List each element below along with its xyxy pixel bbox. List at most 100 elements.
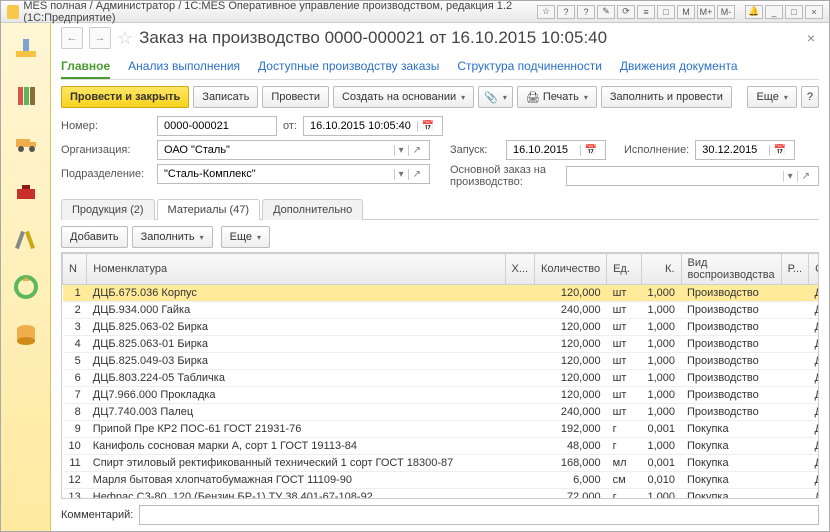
tab-main[interactable]: Главное (61, 55, 110, 79)
tab-analysis[interactable]: Анализ выполнения (128, 55, 240, 79)
cell-r (781, 319, 808, 336)
table-row[interactable]: 7ДЦ7.966.000 Прокладка120,000шт1,000Прои… (63, 387, 820, 404)
cell-x (505, 285, 535, 302)
table-row[interactable]: 12Марля бытовая хлопчатобумажная ГОСТ 11… (63, 472, 820, 489)
subtab-products[interactable]: Продукция (2) (61, 199, 155, 220)
sidebar-tools-icon[interactable] (8, 221, 44, 257)
calendar-icon[interactable]: 📅 (580, 145, 601, 156)
titlebar-btn-13[interactable]: × (805, 5, 823, 19)
titlebar-btn-3[interactable]: ✎ (597, 5, 615, 19)
col-nomenclature[interactable]: Номенклатура (87, 254, 505, 285)
cell-nomenclature: Нефрас С3-80..120 (Бензин БР-1) ТУ 38.40… (87, 489, 505, 500)
subdiv-label: Подразделение: (61, 168, 151, 180)
cell-nomenclature: ДЦБ.825.063-01 Бирка (87, 336, 505, 353)
create-based-button[interactable]: Создать на основании▾ (333, 86, 474, 108)
cell-unit: г (607, 489, 642, 500)
col-r[interactable]: Р... (781, 254, 808, 285)
fill-and-post-button[interactable]: Заполнить и провести (601, 86, 732, 108)
titlebar-btn-5[interactable]: ≡ (637, 5, 655, 19)
table-row[interactable]: 2ДЦБ.934.000 Гайка240,000шт1,000Производ… (63, 302, 820, 319)
post-button[interactable]: Провести (262, 86, 329, 108)
comment-field[interactable] (139, 505, 819, 525)
print-button[interactable]: 🖨 Печать▾ (517, 86, 597, 108)
exec-field[interactable]: 📅 (695, 140, 795, 160)
cell-r (781, 387, 808, 404)
nav-back-button[interactable]: ← (61, 27, 83, 49)
col-unit[interactable]: Ед. (607, 254, 642, 285)
tab-available-orders[interactable]: Доступные производству заказы (258, 55, 439, 79)
cell-x (505, 404, 535, 421)
number-field[interactable] (157, 116, 277, 136)
help-button[interactable]: ? (801, 86, 819, 108)
titlebar-btn-7[interactable]: M (677, 5, 695, 19)
table-row[interactable]: 5ДЦБ.825.049-03 Бирка120,000шт1,000Произ… (63, 353, 820, 370)
table-row[interactable]: 13Нефрас С3-80..120 (Бензин БР-1) ТУ 38.… (63, 489, 820, 500)
dropdown-icon[interactable]: ▾ (394, 145, 408, 156)
favorite-star-icon[interactable]: ☆ (117, 28, 133, 49)
titlebar-btn-1[interactable]: ? (557, 5, 575, 19)
attach-button[interactable]: 📎▾ (478, 86, 513, 108)
write-button[interactable]: Записать (193, 86, 258, 108)
base-order-field[interactable]: ▾↗ (566, 166, 819, 186)
cell-r (781, 472, 808, 489)
titlebar-btn-11[interactable]: _ (765, 5, 783, 19)
subtab-materials[interactable]: Материалы (47) (157, 199, 261, 220)
open-icon[interactable]: ↗ (408, 169, 425, 180)
titlebar-btn-0[interactable]: ☆ (537, 5, 555, 19)
cell-spec: ДЦБ.644.018-02 Кабель (809, 438, 819, 455)
add-row-button[interactable]: Добавить (61, 226, 128, 248)
dropdown-icon[interactable]: ▾ (783, 171, 797, 182)
col-n[interactable]: N (63, 254, 87, 285)
sidebar-cycle-icon[interactable] (8, 269, 44, 305)
table-row[interactable]: 3ДЦБ.825.063-02 Бирка120,000шт1,000Произ… (63, 319, 820, 336)
org-field[interactable]: ▾↗ (157, 140, 430, 160)
col-repro[interactable]: Вид воспроизводства (681, 254, 781, 285)
table-row[interactable]: 1ДЦБ.675.036 Корпус120,000шт1,000Произво… (63, 285, 820, 302)
date-field[interactable]: 📅 (303, 116, 443, 136)
table-row[interactable]: 11Спирт этиловый ректификованный техниче… (63, 455, 820, 472)
cell-repro: Производство (681, 353, 781, 370)
col-spec[interactable]: Спецификация (809, 254, 819, 285)
sidebar-db-icon[interactable] (8, 317, 44, 353)
subtab-additional[interactable]: Дополнительно (262, 199, 363, 220)
more-button[interactable]: Еще▾ (747, 86, 796, 108)
titlebar-btn-9[interactable]: M- (717, 5, 735, 19)
table-row[interactable]: 6ДЦБ.803.224-05 Табличка120,000шт1,000Пр… (63, 370, 820, 387)
open-icon[interactable]: ↗ (797, 171, 814, 182)
materials-table[interactable]: N Номенклатура Х... Количество Ед. К. Ви… (61, 252, 819, 499)
table-more-button[interactable]: Еще▾ (221, 226, 270, 248)
fill-table-button[interactable]: Заполнить▾ (132, 226, 213, 248)
cell-repro: Производство (681, 285, 781, 302)
nav-fwd-button[interactable]: → (89, 27, 111, 49)
table-row[interactable]: 10Канифоль сосновая марки А, сорт 1 ГОСТ… (63, 438, 820, 455)
titlebar-btn-10[interactable]: 🔔 (745, 5, 763, 19)
table-row[interactable]: 8ДЦ7.740.003 Палец240,000шт1,000Производ… (63, 404, 820, 421)
titlebar-btn-4[interactable]: ⟳ (617, 5, 635, 19)
col-x[interactable]: Х... (505, 254, 535, 285)
post-and-close-button[interactable]: Провести и закрыть (61, 86, 189, 108)
cell-r (781, 336, 808, 353)
col-k[interactable]: К. (641, 254, 681, 285)
table-row[interactable]: 4ДЦБ.825.063-01 Бирка120,000шт1,000Произ… (63, 336, 820, 353)
tab-movements[interactable]: Движения документа (620, 55, 738, 79)
sidebar-books-icon[interactable] (8, 77, 44, 113)
app-icon (7, 5, 19, 19)
cell-k: 1,000 (641, 319, 681, 336)
close-page-button[interactable]: × (803, 28, 819, 48)
calendar-icon[interactable]: 📅 (769, 145, 790, 156)
tab-structure[interactable]: Структура подчиненности (457, 55, 602, 79)
sidebar-toolbox-icon[interactable] (8, 173, 44, 209)
sidebar-desk-icon[interactable] (8, 29, 44, 65)
sidebar-truck-icon[interactable] (8, 125, 44, 161)
titlebar-btn-8[interactable]: M+ (697, 5, 715, 19)
col-qty[interactable]: Количество (535, 254, 607, 285)
launch-field[interactable]: 📅 (506, 140, 606, 160)
table-row[interactable]: 9Припой Пре КР2 ПОС-61 ГОСТ 21931-76192,… (63, 421, 820, 438)
titlebar-btn-2[interactable]: ? (577, 5, 595, 19)
dropdown-icon[interactable]: ▾ (394, 169, 408, 180)
titlebar-btn-6[interactable]: □ (657, 5, 675, 19)
open-icon[interactable]: ↗ (408, 145, 425, 156)
titlebar-btn-12[interactable]: □ (785, 5, 803, 19)
subdiv-field[interactable]: ▾↗ (157, 164, 430, 184)
calendar-icon[interactable]: 📅 (417, 121, 438, 132)
